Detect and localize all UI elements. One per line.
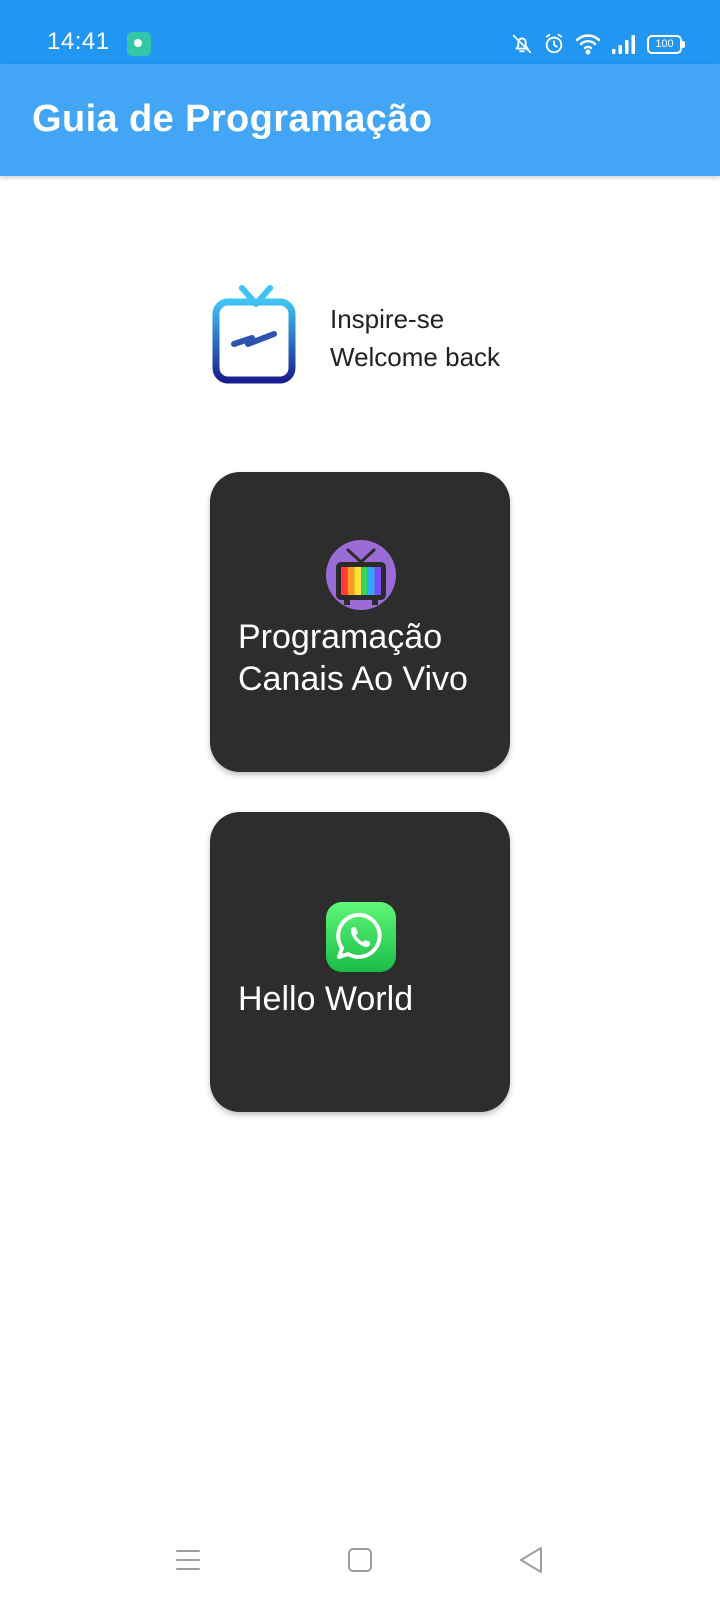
tv-logo-icon xyxy=(212,285,296,384)
wifi-icon xyxy=(575,34,601,55)
app-notification-icon xyxy=(127,32,151,56)
card-hello-world-label: Hello World xyxy=(238,980,414,1018)
signal-icon xyxy=(612,35,635,54)
back-icon xyxy=(520,1547,542,1573)
battery-indicator: 100 xyxy=(647,34,685,54)
card-live-channels-label: Programação Canais Ao Vivo xyxy=(238,618,468,698)
whatsapp-icon xyxy=(326,902,396,972)
welcome-header: Inspire-se Welcome back xyxy=(212,282,500,386)
system-nav-bar xyxy=(0,1520,720,1600)
app-title: Guia de Programação xyxy=(32,98,433,140)
welcome-line-inspire: Inspire-se xyxy=(330,304,445,334)
card-hello-world[interactable]: Hello World xyxy=(210,812,510,1112)
retro-tv-icon xyxy=(326,540,396,610)
nav-home-button[interactable] xyxy=(340,1540,380,1580)
app-bar: Guia de Programação xyxy=(0,64,720,176)
card-live-channels[interactable]: Programação Canais Ao Vivo xyxy=(210,472,510,772)
menu-icon xyxy=(176,1550,200,1570)
bell-off-icon xyxy=(512,34,532,54)
status-bar: 14:41 100 xyxy=(0,0,720,64)
nav-menu-button[interactable] xyxy=(168,1540,208,1580)
nav-back-button[interactable] xyxy=(511,1540,551,1580)
status-icons: 100 xyxy=(511,30,685,58)
home-icon xyxy=(348,1548,372,1572)
status-time: 14:41 xyxy=(47,28,110,55)
alarm-icon xyxy=(545,33,563,54)
welcome-line-back: Welcome back xyxy=(330,342,501,372)
